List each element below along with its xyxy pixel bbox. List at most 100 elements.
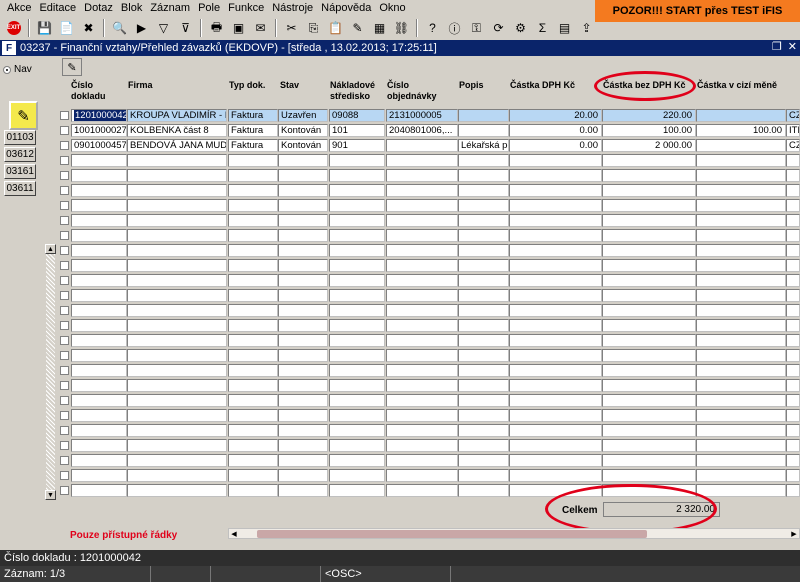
table-row[interactable]: [0, 394, 800, 408]
cell-firma[interactable]: [127, 379, 227, 392]
cell-bez_dph[interactable]: [602, 379, 696, 392]
horizontal-scrollbar[interactable]: ◀ ▶: [228, 528, 800, 539]
cell-doklad[interactable]: [71, 244, 127, 257]
cell-cizi[interactable]: [696, 244, 786, 257]
row-checkbox[interactable]: [60, 201, 69, 210]
delete-record-icon[interactable]: ✖: [78, 18, 99, 38]
cell-stav[interactable]: [278, 274, 328, 287]
cell-doklad[interactable]: [71, 334, 127, 347]
cell-bez_dph[interactable]: [602, 319, 696, 332]
menu-pole[interactable]: Pole: [194, 0, 224, 17]
copy-icon[interactable]: ⎘: [303, 18, 324, 38]
cell-mena[interactable]: [786, 289, 800, 302]
table-row[interactable]: 1001000027 KOLBENKA část 8 Faktura Kontován…: [0, 124, 800, 138]
cell-objednavka[interactable]: [386, 454, 458, 467]
cell-firma[interactable]: [127, 184, 227, 197]
cell-stredisko[interactable]: [329, 334, 385, 347]
cell-cizi[interactable]: [696, 454, 786, 467]
cell-objednavka[interactable]: [386, 214, 458, 227]
row-checkbox[interactable]: [60, 231, 69, 240]
cell-firma[interactable]: [127, 424, 227, 437]
cell-cizi[interactable]: [696, 214, 786, 227]
row-checkbox[interactable]: [60, 261, 69, 270]
cell-popis[interactable]: [458, 379, 509, 392]
cell-mena[interactable]: CZ: [786, 139, 800, 152]
table-row[interactable]: [0, 349, 800, 363]
cell-mena[interactable]: [786, 379, 800, 392]
cell-mena[interactable]: [786, 334, 800, 347]
cell-popis[interactable]: [458, 244, 509, 257]
cell-stav[interactable]: [278, 409, 328, 422]
cell-doklad[interactable]: 1201000042: [71, 109, 127, 122]
cell-objednavka[interactable]: [386, 244, 458, 257]
cell-stav[interactable]: [278, 379, 328, 392]
cell-dph[interactable]: 0.00: [509, 124, 602, 137]
cell-bez_dph[interactable]: [602, 169, 696, 182]
cell-firma[interactable]: [127, 394, 227, 407]
cell-cizi[interactable]: [696, 199, 786, 212]
cell-mena[interactable]: [786, 409, 800, 422]
cell-typ[interactable]: Faktura: [228, 124, 278, 137]
cell-doklad[interactable]: [71, 304, 127, 317]
cell-doklad[interactable]: [71, 364, 127, 377]
cell-popis[interactable]: [458, 334, 509, 347]
cell-firma[interactable]: [127, 319, 227, 332]
cell-stredisko[interactable]: [329, 244, 385, 257]
cell-typ[interactable]: [228, 169, 278, 182]
cell-typ[interactable]: [228, 469, 278, 482]
cell-dph[interactable]: 20.00: [509, 109, 602, 122]
cell-doklad[interactable]: [71, 349, 127, 362]
row-checkbox[interactable]: [60, 186, 69, 195]
cell-dph[interactable]: [509, 214, 602, 227]
funnel-icon[interactable]: ⊽: [175, 18, 196, 38]
scroll-right-icon[interactable]: ▶: [789, 529, 799, 538]
cell-dph[interactable]: [509, 184, 602, 197]
cell-cizi[interactable]: [696, 289, 786, 302]
cell-firma[interactable]: [127, 484, 227, 497]
mail-icon[interactable]: ✉: [250, 18, 271, 38]
cell-stav[interactable]: [278, 484, 328, 497]
cell-cizi[interactable]: [696, 484, 786, 497]
cell-bez_dph[interactable]: [602, 244, 696, 257]
cell-doklad[interactable]: [71, 394, 127, 407]
cell-stredisko[interactable]: [329, 169, 385, 182]
cell-stav[interactable]: [278, 304, 328, 317]
cell-bez_dph[interactable]: [602, 439, 696, 452]
menu-napoveda[interactable]: Nápověda: [317, 0, 375, 17]
row-checkbox[interactable]: [60, 366, 69, 375]
menu-okno[interactable]: Okno: [375, 0, 409, 17]
cell-cizi[interactable]: [696, 379, 786, 392]
cell-stav[interactable]: [278, 469, 328, 482]
cell-cizi[interactable]: [696, 409, 786, 422]
cell-bez_dph[interactable]: [602, 229, 696, 242]
help-icon[interactable]: ?: [422, 18, 443, 38]
vertical-scrollbar[interactable]: [46, 244, 55, 500]
cell-typ[interactable]: [228, 334, 278, 347]
cell-stredisko[interactable]: [329, 304, 385, 317]
cell-typ[interactable]: [228, 349, 278, 362]
cell-firma[interactable]: [127, 169, 227, 182]
cell-popis[interactable]: [458, 304, 509, 317]
edit-icon[interactable]: ✎: [347, 18, 368, 38]
cell-cizi[interactable]: [696, 394, 786, 407]
cell-mena[interactable]: [786, 349, 800, 362]
cell-cizi[interactable]: [696, 319, 786, 332]
cell-bez_dph[interactable]: [602, 274, 696, 287]
cell-objednavka[interactable]: [386, 274, 458, 287]
cell-doklad[interactable]: [71, 379, 127, 392]
cell-bez_dph[interactable]: [602, 364, 696, 377]
cell-mena[interactable]: [786, 214, 800, 227]
cell-popis[interactable]: [458, 229, 509, 242]
cell-firma[interactable]: [127, 334, 227, 347]
cell-typ[interactable]: [228, 484, 278, 497]
scroll-down-icon[interactable]: ▼: [45, 490, 56, 500]
cell-stav[interactable]: Uzavřen: [278, 109, 328, 122]
cell-typ[interactable]: [228, 289, 278, 302]
nav-radio[interactable]: Nav: [3, 64, 32, 75]
cell-typ[interactable]: [228, 154, 278, 167]
cell-firma[interactable]: [127, 154, 227, 167]
cell-bez_dph[interactable]: [602, 259, 696, 272]
cell-doklad[interactable]: [71, 439, 127, 452]
cell-mena[interactable]: [786, 484, 800, 497]
cell-cizi[interactable]: [696, 169, 786, 182]
